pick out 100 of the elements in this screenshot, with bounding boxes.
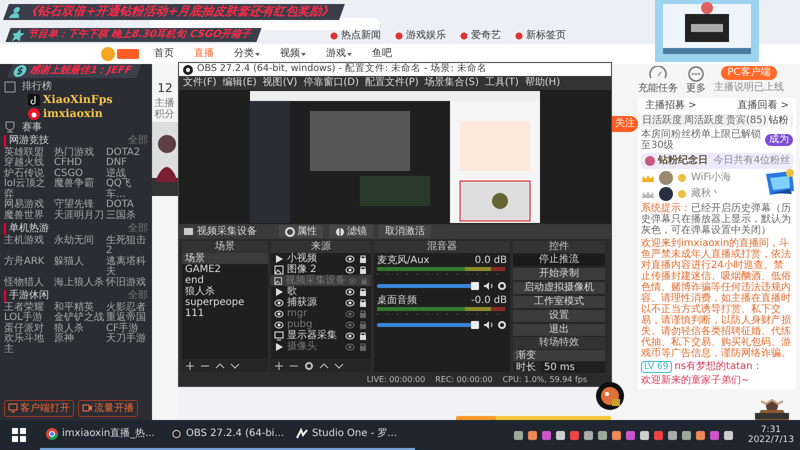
panel-header: 转场特效	[513, 337, 605, 349]
category-link[interactable]: 网易游戏	[4, 200, 52, 211]
panel-tab[interactable]: 钻粉	[768, 114, 790, 127]
source-item[interactable]: 显示器采集	[271, 330, 371, 341]
bookmark[interactable]: 热点新闻	[341, 30, 381, 42]
menu-item[interactable]: 文件(F)	[183, 77, 217, 89]
category-link[interactable]: 天涯明月刀	[54, 210, 104, 222]
category-link[interactable]: 热门游戏	[54, 148, 104, 158]
scene-item[interactable]: GAME2	[182, 264, 268, 275]
taskbar-app[interactable]: imxiaoxin直播_热...	[40, 420, 165, 450]
category-link[interactable]: DNF	[106, 158, 146, 169]
category-link[interactable]: 生死狙击2	[106, 236, 146, 257]
menu-item[interactable]: 停靠窗口(D)	[303, 77, 359, 89]
chat-user[interactable]: ns有梦想的tatan：	[674, 361, 762, 373]
category-link[interactable]: 炉石传说	[4, 168, 52, 180]
category-link[interactable]: 海上狼人杀	[54, 278, 104, 288]
category-link[interactable]: 三国杀	[106, 210, 146, 222]
category-link[interactable]: 怀旧游戏	[106, 278, 146, 288]
nav-link-item[interactable]: 鱼吧	[372, 48, 392, 60]
category-link[interactable]: 欢乐斗地主	[4, 334, 52, 356]
source-item[interactable]: 图像 2	[271, 264, 371, 275]
taskbar-app[interactable]: OBS 27.2.4 (64-bi...	[165, 420, 290, 450]
source-item[interactable]: 歌	[271, 286, 371, 297]
scene-item[interactable]: end	[182, 275, 268, 286]
category-link[interactable]: 天刀手游	[106, 334, 146, 356]
toolbar-button[interactable]: 滤镜	[329, 225, 373, 238]
panel-link[interactable]: 主播招募 >	[645, 100, 697, 112]
category-link[interactable]: 逆战	[106, 168, 146, 180]
rec-status: REC: 00:00:00	[435, 375, 493, 385]
category-link[interactable]: 原神	[54, 334, 104, 356]
control-button[interactable]: 设置	[513, 310, 605, 322]
quick-link-label[interactable]: 更多	[686, 83, 706, 94]
db-reading: -0.0 dB	[471, 294, 507, 306]
category-link[interactable]: 主机游戏	[4, 236, 52, 257]
control-button[interactable]: 退出	[513, 324, 605, 336]
bookmark[interactable]: 新标签页	[526, 30, 566, 42]
join-button[interactable]: 成为	[765, 134, 793, 146]
channel-name: 桌面音频	[377, 294, 417, 306]
follow-button[interactable]: 关注	[612, 116, 638, 132]
more-link[interactable]: 全部	[128, 135, 148, 147]
menu-item[interactable]: 视图(V)	[262, 77, 298, 89]
more-link[interactable]: 全部	[128, 223, 148, 235]
panel-tab[interactable]: 周活跃度	[683, 114, 725, 127]
bookmark[interactable]: 游戏娱乐	[406, 30, 446, 42]
sidebar-item[interactable]: 排行榜	[22, 81, 52, 93]
menu-item[interactable]: 工具(T)	[484, 77, 519, 89]
scene-item[interactable]: 场景	[182, 253, 268, 264]
clock-date: 2022/7/13	[748, 435, 794, 446]
control-button[interactable]: 开始录制	[513, 268, 605, 280]
social-handle: XiaoXinFps	[43, 94, 113, 107]
panel-tab[interactable]: 贵宾(85)	[725, 114, 768, 127]
source-item[interactable]: 小视频	[271, 253, 371, 264]
sidebar-button[interactable]: 流量开播	[78, 400, 138, 417]
bookmark[interactable]: 爱奇艺	[471, 30, 501, 42]
category-link[interactable]: 穿越火线	[4, 158, 52, 169]
menu-item[interactable]: 编辑(E)	[222, 77, 257, 89]
taskbar-app[interactable]: Studio One - 罗...	[290, 420, 415, 450]
duration-field[interactable]: 50 ms	[541, 362, 605, 373]
category-link[interactable]: 躲猫人	[54, 256, 104, 278]
category-link[interactable]: 金铲铲之战	[54, 313, 104, 324]
nav-link-item[interactable]: 游戏	[326, 48, 346, 60]
scene-item[interactable]: 111	[182, 308, 268, 319]
nav-link-item[interactable]: 直播	[194, 48, 214, 60]
category-link[interactable]: 永劫无间	[54, 236, 104, 257]
fan-name: WiFi小海	[691, 172, 732, 184]
source-item[interactable]: 捕获源	[271, 297, 371, 308]
category-link[interactable]: 魔兽世界	[4, 210, 52, 222]
category-link[interactable]: 守望先锋	[54, 200, 104, 211]
panel-link[interactable]: 直播回看 >	[737, 100, 789, 112]
toolbar-button[interactable]: 取消激活	[379, 225, 431, 238]
nav-link-item[interactable]: 分类	[234, 48, 254, 60]
sidebar-button[interactable]: 客户端打开	[4, 400, 74, 417]
sidebar-item[interactable]: 赛事	[22, 122, 42, 134]
control-button[interactable]: 工作室模式	[513, 296, 605, 308]
menu-item[interactable]: 配置文件(P)	[364, 77, 419, 89]
menu-item[interactable]: 场景集合(S)	[424, 77, 479, 89]
category-link[interactable]: LOL手游	[4, 313, 52, 324]
category-link[interactable]: 狼人杀	[54, 324, 104, 334]
category-link[interactable]: DOTA2	[106, 148, 146, 158]
transition-select[interactable]: 渐变	[513, 350, 605, 361]
category-link[interactable]: 方舟ARK	[4, 256, 52, 278]
menu-item[interactable]: 帮助(H)	[524, 77, 560, 89]
more-link[interactable]: 全部	[128, 290, 148, 302]
category-link[interactable]: QQ飞车...	[106, 179, 146, 200]
nav-link-item[interactable]: 首页	[154, 48, 174, 60]
control-button[interactable]: 停止推流	[513, 254, 605, 266]
toolbar-button[interactable]: 属性	[279, 225, 323, 238]
quick-link-label[interactable]: 充能任务	[638, 83, 678, 94]
scene-item[interactable]: superpeope	[182, 297, 268, 308]
panel-tab[interactable]: 日活跃度	[641, 114, 683, 127]
category-link[interactable]: 和平精英	[54, 302, 104, 314]
live-status: LIVE: 00:00:00	[366, 375, 426, 385]
category-link[interactable]: CFHD	[54, 158, 104, 169]
category-link[interactable]: DOTA	[106, 200, 146, 211]
scene-item[interactable]: 狼人杀	[182, 286, 268, 297]
nav-link-item[interactable]: 视频	[280, 48, 300, 60]
control-button[interactable]: 启动虚拟摄像机	[513, 282, 605, 294]
category-link[interactable]: 逃离塔科夫	[106, 256, 146, 278]
category-link[interactable]: 怪物猎人	[4, 278, 52, 288]
category-link[interactable]: 重返帝国	[106, 313, 146, 324]
